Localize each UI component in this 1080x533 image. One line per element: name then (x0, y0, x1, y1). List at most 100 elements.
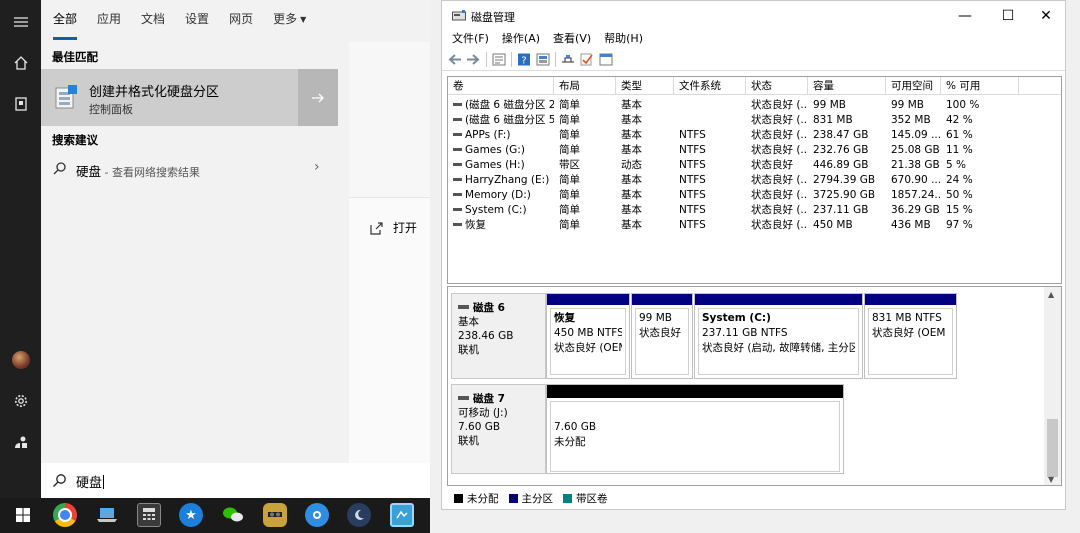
calculator-icon[interactable] (137, 503, 161, 527)
volume-list: 卷 布局 类型 文件系统 状态 容量 可用空间 % 可用 (磁盘 6 磁盘分区 … (447, 76, 1062, 284)
search-icon (53, 162, 66, 175)
best-match-title: 创建并格式化硬盘分区 (89, 85, 220, 100)
column-header-filesystem[interactable]: 文件系统 (674, 77, 746, 95)
table-cell: 基本 (621, 219, 642, 231)
settings-window-icon[interactable] (599, 53, 613, 66)
table-cell: 42 % (946, 114, 973, 126)
open-action[interactable]: 打开 (370, 219, 417, 236)
partition-efi[interactable]: 99 MB 状态良好 (E (631, 293, 693, 379)
table-cell: (磁盘 6 磁盘分区 5) (448, 113, 554, 128)
minimize-button[interactable]: — (945, 5, 985, 27)
back-icon[interactable] (448, 53, 462, 66)
table-cell: NTFS (679, 144, 706, 156)
check-icon[interactable] (580, 53, 594, 66)
table-cell: 基本 (621, 189, 642, 201)
disk-name: 磁盘 7 (473, 393, 505, 405)
column-header-type[interactable]: 类型 (616, 77, 674, 95)
user-avatar[interactable] (0, 342, 41, 378)
table-cell: 状态良好 (... (751, 129, 808, 141)
column-header-percent-free[interactable]: % 可用 (941, 77, 1019, 95)
partition-recovery[interactable]: 恢复 450 MB NTFS 状态良好 (OEM (546, 293, 630, 379)
table-row[interactable]: HarryZhang (E:) 简单 基本 NTFS 状态良好 (... 2794.39 … (448, 173, 1061, 188)
arrow-right-icon (312, 93, 324, 102)
star-app-icon[interactable]: ★ (179, 503, 203, 527)
feedback-icon[interactable] (0, 424, 41, 460)
column-header-layout[interactable]: 布局 (554, 77, 616, 95)
properties-icon[interactable] (492, 53, 506, 66)
table-cell: 状态良好 (... (751, 219, 808, 231)
menu-action[interactable]: 操作(A) (502, 30, 540, 48)
disk-list-icon[interactable] (536, 53, 550, 66)
table-cell: 36.29 GB (891, 204, 940, 216)
table-cell: 简单 (559, 144, 580, 156)
browser-icon[interactable] (305, 503, 329, 527)
vertical-scrollbar[interactable]: ▲ ▼ (1044, 287, 1061, 485)
game-icon[interactable] (263, 503, 287, 527)
tab-more[interactable]: 更多 ▼ (273, 10, 306, 40)
window-title: 磁盘管理 (471, 11, 515, 24)
table-cell: NTFS (679, 219, 706, 231)
windows-start-icon[interactable] (11, 503, 35, 527)
table-cell: 24 % (946, 174, 973, 186)
scroll-up-icon[interactable]: ▲ (1048, 290, 1054, 299)
table-row[interactable]: APPs (F:) 简单 基本 NTFS 状态良好 (... 238.47 GB 145.0… (448, 128, 1061, 143)
legend-unallocated: 未分配 (454, 491, 499, 506)
partition-oem[interactable]: 831 MB NTFS 状态良好 (OEM 分 (864, 293, 957, 379)
forward-icon[interactable] (466, 53, 480, 66)
table-row[interactable]: Memory (D:) 简单 基本 NTFS 状态良好 (... 3725.90 GB 18… (448, 188, 1061, 203)
home-icon[interactable] (0, 45, 41, 81)
volume-icon (453, 118, 462, 121)
menu-file[interactable]: 文件(F) (452, 30, 489, 48)
close-button[interactable]: ✕ (1026, 5, 1066, 27)
this-pc-icon[interactable] (95, 503, 119, 527)
app-icon[interactable] (390, 503, 414, 527)
scroll-down-icon[interactable]: ▼ (1048, 475, 1054, 484)
title-bar[interactable]: 磁盘管理 — ☐ ✕ (442, 1, 1065, 30)
tab-settings[interactable]: 设置 (185, 10, 209, 40)
help-icon[interactable]: ? (517, 53, 531, 66)
column-header-status[interactable]: 状态 (746, 77, 808, 95)
maximize-button[interactable]: ☐ (988, 5, 1028, 27)
menu-view[interactable]: 查看(V) (553, 30, 591, 48)
search-panel: 全部 应用 文档 设置 网页 更多 ▼ 最佳匹配 创建并格式化硬盘分区 控制面板 … (41, 0, 430, 498)
column-header-volume[interactable]: 卷 (448, 77, 554, 95)
web-suggestion-item[interactable]: 硬盘 - 查看网络搜索结果 › (41, 155, 338, 183)
scroll-thumb[interactable] (1047, 419, 1058, 477)
table-row[interactable]: Games (H:) 带区 动态 NTFS 状态良好 446.89 GB 21.38 GB 5… (448, 158, 1061, 173)
table-cell: 238.47 GB (813, 129, 869, 141)
table-cell: 61 % (946, 129, 973, 141)
column-header-capacity[interactable]: 容量 (808, 77, 886, 95)
settings-gear-icon[interactable] (0, 383, 41, 419)
connect-icon[interactable] (561, 53, 575, 66)
disk-6-label[interactable]: 磁盘 6 基本 238.46 GB 联机 (451, 293, 546, 379)
partition-system-c[interactable]: System (C:) 237.11 GB NTFS 状态良好 (启动, 故障转… (694, 293, 863, 379)
hamburger-menu-icon[interactable] (0, 4, 41, 40)
documents-icon[interactable] (0, 86, 41, 122)
table-cell: 简单 (559, 189, 580, 201)
best-match-result[interactable]: 创建并格式化硬盘分区 控制面板 (41, 69, 338, 126)
table-row[interactable]: (磁盘 6 磁盘分区 2) 简单 基本 状态良好 (... 99 MB 99 MB 100 … (448, 98, 1061, 113)
menu-help[interactable]: 帮助(H) (604, 30, 643, 48)
table-row[interactable]: 恢复 简单 基本 NTFS 状态良好 (... 450 MB 436 MB 97 % (448, 218, 1061, 233)
tab-all[interactable]: 全部 (53, 10, 78, 40)
volume-icon (453, 133, 462, 136)
partition-unallocated[interactable]: 7.60 GB 未分配 (546, 384, 844, 474)
table-row[interactable]: (磁盘 6 磁盘分区 5) 简单 基本 状态良好 (... 831 MB 352 MB 42… (448, 113, 1061, 128)
chevron-right-icon: › (314, 159, 320, 175)
column-header-free-space[interactable]: 可用空间 (886, 77, 941, 95)
moon-app-icon[interactable] (347, 503, 371, 527)
table-row[interactable]: System (C:) 简单 基本 NTFS 状态良好 (... 237.11 GB 36.… (448, 203, 1061, 218)
table-cell: 简单 (559, 114, 580, 126)
open-arrow-button[interactable] (298, 69, 338, 126)
tab-documents[interactable]: 文档 (141, 10, 165, 40)
table-row[interactable]: Games (G:) 简单 基本 NTFS 状态良好 (... 232.76 GB 25.0… (448, 143, 1061, 158)
tab-apps[interactable]: 应用 (97, 10, 121, 40)
tab-web[interactable]: 网页 (229, 10, 253, 40)
disk-7-label[interactable]: 磁盘 7 可移动 (J:) 7.60 GB 联机 (451, 384, 546, 474)
wechat-icon[interactable] (221, 503, 245, 527)
disk-management-app-icon (452, 10, 466, 21)
suggestion-term: 硬盘 (76, 164, 102, 179)
chrome-icon[interactable] (53, 503, 77, 527)
table-cell: 446.89 GB (813, 159, 869, 171)
search-input[interactable]: 硬盘 (76, 472, 104, 491)
